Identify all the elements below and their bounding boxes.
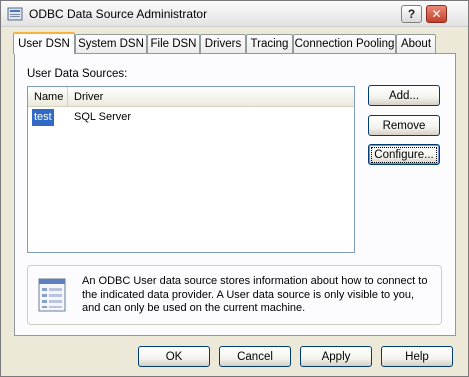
tab-tracing[interactable]: Tracing bbox=[246, 34, 293, 53]
window-title: ODBC Data Source Administrator bbox=[29, 7, 208, 21]
close-icon: ✕ bbox=[431, 7, 442, 21]
tab-about[interactable]: About bbox=[396, 34, 436, 53]
data-source-icon bbox=[38, 278, 66, 312]
remove-button[interactable]: Remove bbox=[368, 115, 440, 136]
list-item[interactable]: test SQL Server bbox=[28, 109, 354, 126]
cancel-button[interactable]: Cancel bbox=[219, 346, 291, 367]
column-header-driver[interactable]: Driver bbox=[68, 87, 354, 107]
tab-user-dsn[interactable]: User DSN bbox=[13, 32, 75, 54]
info-description: An ODBC User data source stores informat… bbox=[82, 275, 428, 314]
user-data-sources-label: User Data Sources: bbox=[27, 68, 128, 80]
apply-button[interactable]: Apply bbox=[300, 346, 372, 367]
configure-button[interactable]: Configure... bbox=[368, 144, 440, 165]
list-header: Name Driver bbox=[28, 87, 354, 107]
info-box: An ODBC User data source stores informat… bbox=[27, 265, 442, 325]
tab-drivers[interactable]: Drivers bbox=[200, 34, 246, 53]
column-header-name[interactable]: Name bbox=[28, 87, 68, 107]
close-button[interactable]: ✕ bbox=[426, 5, 447, 23]
ok-button[interactable]: OK bbox=[138, 346, 210, 367]
data-sources-list[interactable]: Name Driver test SQL Server bbox=[27, 86, 355, 253]
dsn-name[interactable]: test bbox=[32, 109, 54, 126]
tab-connection-pooling[interactable]: Connection Pooling bbox=[293, 34, 396, 53]
tab-system-dsn[interactable]: System DSN bbox=[75, 34, 147, 53]
user-dsn-panel: User Data Sources: Name Driver test SQL … bbox=[14, 53, 456, 336]
odbc-app-icon bbox=[7, 7, 23, 21]
help-title-button[interactable]: ? bbox=[401, 5, 422, 23]
dsn-driver: SQL Server bbox=[74, 111, 132, 123]
tab-file-dsn[interactable]: File DSN bbox=[147, 34, 200, 53]
add-button[interactable]: Add... bbox=[368, 85, 440, 106]
help-button[interactable]: Help bbox=[381, 346, 453, 367]
odbc-dialog: ODBC Data Source Administrator ? ✕ User … bbox=[0, 0, 469, 377]
title-bar: ODBC Data Source Administrator ? ✕ bbox=[1, 1, 468, 27]
